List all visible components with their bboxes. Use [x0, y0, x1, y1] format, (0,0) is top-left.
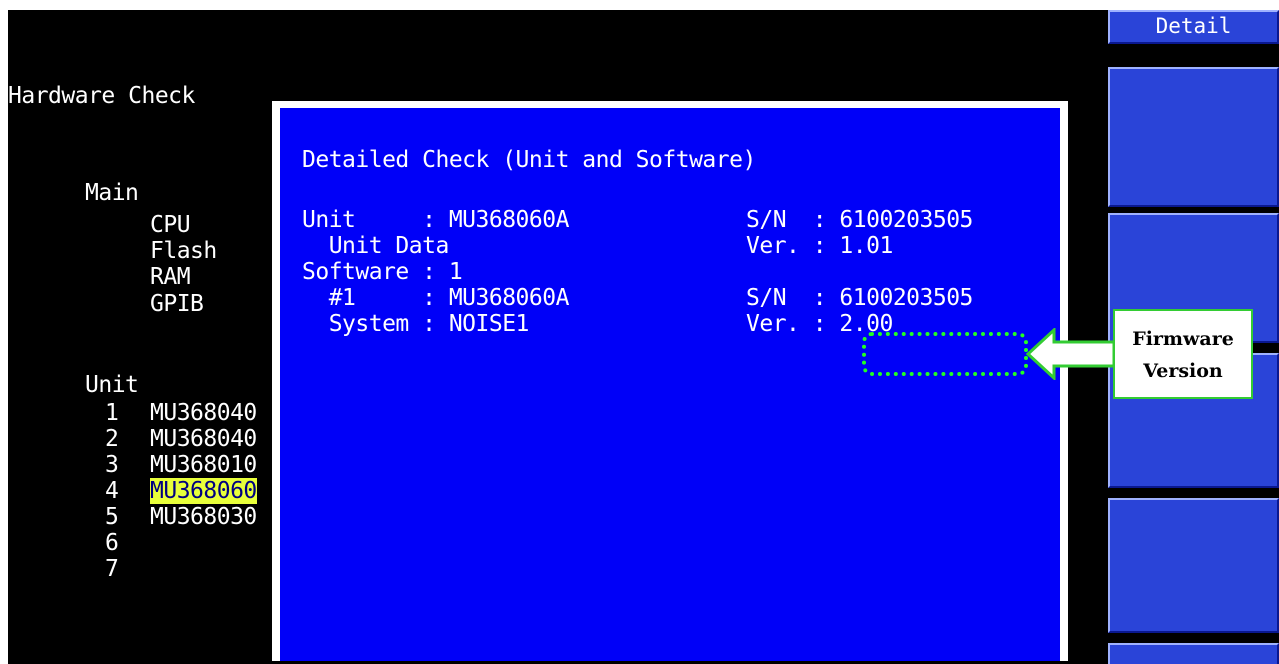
- main-item-ram: RAM: [150, 264, 191, 290]
- firmware-version-highlight: [862, 332, 1028, 376]
- unit-number: 5: [105, 504, 119, 530]
- unit-name-selected[interactable]: MU368060: [150, 478, 257, 504]
- unit-name[interactable]: MU368030: [150, 504, 257, 530]
- detailed-check-dialog: Detailed Check (Unit and Software) Unit …: [272, 101, 1068, 661]
- main-item-cpu: CPU: [150, 212, 191, 238]
- firmware-version-callout: Firmware Version: [1113, 309, 1253, 399]
- softkey-2[interactable]: [1108, 67, 1279, 207]
- unit-number: 3: [105, 452, 119, 478]
- unit-number: 1: [105, 400, 119, 426]
- unit-name[interactable]: MU368040: [150, 400, 257, 426]
- row-system-left: System : NOISE1: [302, 311, 530, 337]
- unit-number: 6: [105, 530, 119, 556]
- row-sw1-right: S/N : 6100203505: [746, 285, 973, 311]
- unit-number: 4: [105, 478, 119, 504]
- row-software-left: Software : 1: [302, 259, 463, 285]
- dialog-body: Detailed Check (Unit and Software) Unit …: [280, 108, 1060, 661]
- main-item-flash: Flash: [150, 238, 217, 264]
- unit-label: Unit: [85, 372, 139, 398]
- callout-line1: Firmware: [1132, 328, 1234, 350]
- main-label: Main: [85, 180, 139, 206]
- softkey-5[interactable]: [1108, 498, 1279, 633]
- hardware-check-title: Hardware Check: [8, 83, 195, 109]
- unit-name[interactable]: MU368040: [150, 426, 257, 452]
- callout-arrow-icon: [1026, 328, 1116, 380]
- callout-line2: Version: [1143, 360, 1223, 382]
- row-unit-left: Unit : MU368060A: [302, 207, 569, 233]
- unit-number: 7: [105, 556, 119, 582]
- main-item-gpib: GPIB: [150, 291, 204, 317]
- row-unit-right: S/N : 6100203505: [746, 207, 973, 233]
- softkey-6[interactable]: [1108, 643, 1279, 664]
- row-unitdata-right: Ver. : 1.01: [746, 233, 893, 259]
- softkey-detail[interactable]: Detail: [1108, 10, 1279, 44]
- dialog-title: Detailed Check (Unit and Software): [302, 147, 756, 173]
- row-sw1-left: #1 : MU368060A: [302, 285, 570, 311]
- unit-name[interactable]: MU368010: [150, 452, 257, 478]
- row-unitdata-left: Unit Data: [302, 233, 450, 259]
- unit-number: 2: [105, 426, 119, 452]
